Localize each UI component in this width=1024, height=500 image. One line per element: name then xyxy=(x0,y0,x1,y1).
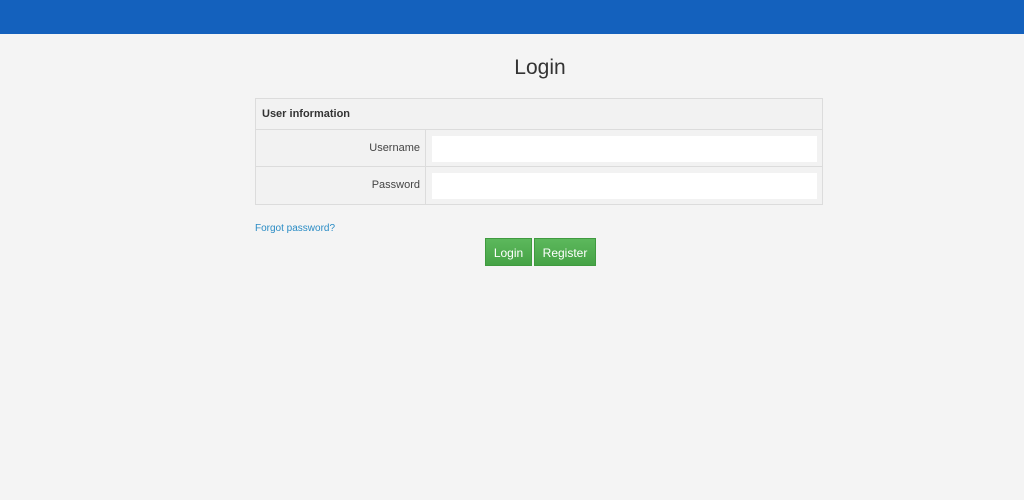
page-title: Login xyxy=(514,56,566,79)
section-header: User information xyxy=(256,99,822,130)
password-row: Password xyxy=(256,167,822,205)
login-form: User information Username Password xyxy=(255,98,823,205)
login-button[interactable]: Login xyxy=(485,238,532,266)
register-button[interactable]: Register xyxy=(534,238,596,266)
username-input[interactable] xyxy=(432,136,817,162)
username-row: Username xyxy=(256,130,822,167)
password-cell xyxy=(426,167,822,205)
username-label: Username xyxy=(256,130,426,166)
username-cell xyxy=(426,130,822,166)
password-label: Password xyxy=(256,167,426,205)
password-input[interactable] xyxy=(432,173,817,199)
forgot-password-link[interactable]: Forgot password? xyxy=(255,223,335,234)
top-bar xyxy=(0,0,1024,34)
